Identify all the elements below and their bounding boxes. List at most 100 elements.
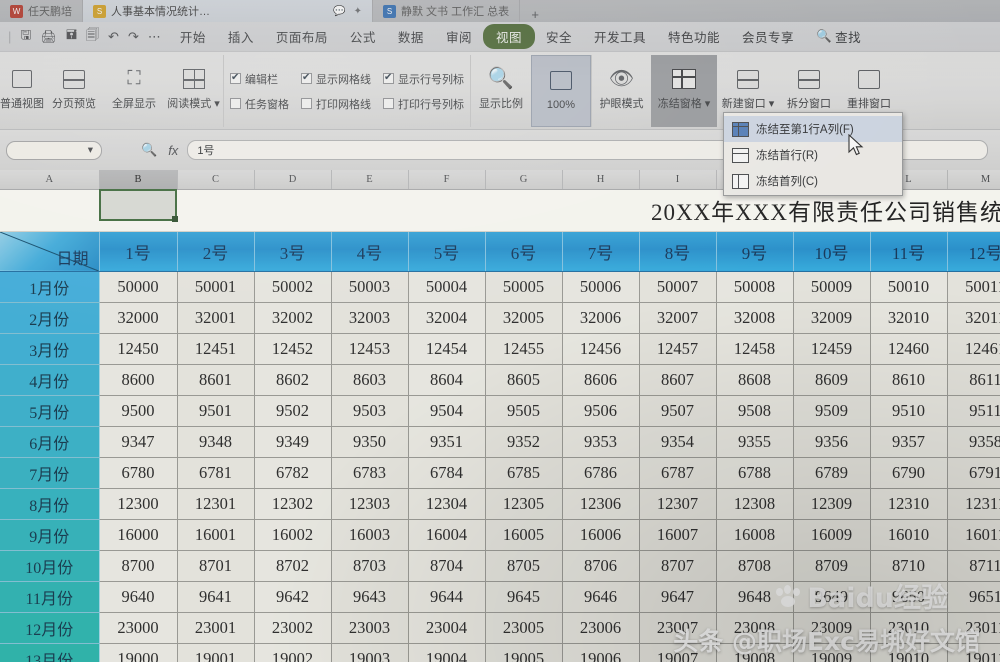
data-cell[interactable]: 16000 <box>99 519 178 551</box>
data-cell[interactable]: 8703 <box>331 550 409 582</box>
data-cell[interactable]: 50002 <box>254 271 332 303</box>
data-cell[interactable]: 12310 <box>870 488 948 520</box>
data-cell[interactable]: 9641 <box>177 581 255 613</box>
column-header-i[interactable]: I <box>639 170 717 190</box>
data-cell[interactable]: 9511 <box>947 395 1000 427</box>
month-label-cell[interactable]: 6月份 <box>0 426 100 458</box>
data-cell[interactable]: 9651 <box>947 581 1000 613</box>
data-cell[interactable]: 23000 <box>99 612 178 644</box>
data-cell[interactable]: 23006 <box>562 612 640 644</box>
data-cell[interactable]: 32005 <box>485 302 563 334</box>
data-cell[interactable]: 8600 <box>99 364 178 396</box>
day-header-cell[interactable]: 11号 <box>870 231 948 272</box>
data-cell[interactable]: 12300 <box>99 488 178 520</box>
data-cell[interactable]: 32001 <box>177 302 255 334</box>
data-cell[interactable]: 9507 <box>639 395 717 427</box>
day-header-cell[interactable]: 6号 <box>485 231 563 272</box>
data-cell[interactable]: 8701 <box>177 550 255 582</box>
data-cell[interactable]: 6790 <box>870 457 948 489</box>
checkbox-formula-bar[interactable]: 编辑栏 <box>230 71 289 87</box>
data-cell[interactable]: 8607 <box>639 364 717 396</box>
column-header-a[interactable]: A <box>0 170 100 190</box>
insert-function-icon[interactable]: 🔍 <box>141 142 157 158</box>
data-cell[interactable]: 23001 <box>177 612 255 644</box>
ribbon-tab-start[interactable]: 开始 <box>169 23 217 50</box>
save-as-icon[interactable]: 🖬 <box>66 26 77 48</box>
ribbon-tab-view[interactable]: 视图 <box>482 24 535 49</box>
data-cell[interactable]: 32008 <box>716 302 794 334</box>
data-cell[interactable]: 6784 <box>408 457 486 489</box>
data-cell[interactable]: 32010 <box>870 302 948 334</box>
data-cell[interactable]: 16007 <box>639 519 717 551</box>
fullscreen-button[interactable]: ⛶ 全屏显示 <box>104 55 164 127</box>
data-cell[interactable]: 12458 <box>716 333 794 365</box>
data-cell[interactable]: 9357 <box>870 426 948 458</box>
data-cell[interactable]: 12309 <box>793 488 871 520</box>
data-cell[interactable]: 16008 <box>716 519 794 551</box>
data-cell[interactable]: 12305 <box>485 488 563 520</box>
data-cell[interactable]: 9500 <box>99 395 178 427</box>
data-cell[interactable]: 9348 <box>177 426 255 458</box>
data-cell[interactable]: 8610 <box>870 364 948 396</box>
data-cell[interactable]: 12303 <box>331 488 409 520</box>
checkbox-box[interactable] <box>383 98 394 109</box>
column-header-e[interactable]: E <box>331 170 409 190</box>
data-cell[interactable]: 8611 <box>947 364 1000 396</box>
day-header-cell[interactable]: 9号 <box>716 231 794 272</box>
normal-view-button[interactable]: 普通视图 <box>0 55 44 127</box>
data-cell[interactable]: 12457 <box>639 333 717 365</box>
data-cell[interactable]: 9510 <box>870 395 948 427</box>
zoom-100-button[interactable]: 100% <box>531 55 591 127</box>
checkbox-box[interactable] <box>383 72 394 84</box>
data-cell[interactable]: 9645 <box>485 581 563 613</box>
data-cell[interactable]: 23003 <box>331 612 409 644</box>
data-cell[interactable]: 12302 <box>254 488 332 520</box>
column-header-m[interactable]: M <box>947 170 1000 190</box>
day-header-cell[interactable]: 2号 <box>177 231 255 272</box>
data-cell[interactable]: 50000 <box>99 271 178 303</box>
ribbon-tab-data[interactable]: 数据 <box>387 23 435 50</box>
page-break-view-button[interactable]: 分页预览 <box>44 55 104 127</box>
document-tab-0[interactable]: W 任天鹏培 <box>0 0 83 22</box>
data-cell[interactable]: 9503 <box>331 395 409 427</box>
data-cell[interactable]: 12450 <box>99 333 178 365</box>
data-cell[interactable]: 9353 <box>562 426 640 458</box>
data-cell[interactable]: 19002 <box>254 643 332 662</box>
data-cell[interactable]: 9349 <box>254 426 332 458</box>
data-cell[interactable]: 50004 <box>408 271 486 303</box>
data-cell[interactable]: 16001 <box>177 519 255 551</box>
save-icon[interactable]: 🖫 <box>20 26 31 48</box>
data-cell[interactable]: 9509 <box>793 395 871 427</box>
day-header-cell[interactable]: 7号 <box>562 231 640 272</box>
data-cell[interactable]: 8605 <box>485 364 563 396</box>
freeze-panes-button[interactable]: 冻结窗格 ▾ <box>651 55 717 127</box>
data-cell[interactable]: 6788 <box>716 457 794 489</box>
column-header-h[interactable]: H <box>562 170 640 190</box>
ribbon-tab-page-layout[interactable]: 页面布局 <box>265 23 339 50</box>
checkbox-box[interactable] <box>230 98 241 109</box>
data-cell[interactable]: 9508 <box>716 395 794 427</box>
print-icon[interactable]: 🖨 <box>40 29 57 45</box>
data-cell[interactable]: 50003 <box>331 271 409 303</box>
data-cell[interactable]: 19004 <box>408 643 486 662</box>
data-cell[interactable]: 32007 <box>639 302 717 334</box>
data-cell[interactable]: 8702 <box>254 550 332 582</box>
zoom-button[interactable]: 🔍 显示比例 <box>471 55 531 127</box>
data-cell[interactable]: 50011 <box>947 271 1000 303</box>
data-cell[interactable]: 9351 <box>408 426 486 458</box>
checkbox-print-gridlines[interactable]: 打印网格线 <box>301 96 371 112</box>
month-label-cell[interactable]: 10月份 <box>0 550 100 582</box>
column-header-g[interactable]: G <box>485 170 563 190</box>
data-cell[interactable]: 12460 <box>870 333 948 365</box>
new-tab-button[interactable]: + <box>520 7 550 22</box>
column-header-c[interactable]: C <box>177 170 255 190</box>
data-cell[interactable]: 9358 <box>947 426 1000 458</box>
data-cell[interactable]: 32003 <box>331 302 409 334</box>
data-cell[interactable]: 9644 <box>408 581 486 613</box>
month-label-cell[interactable]: 12月份 <box>0 612 100 644</box>
menu-item-freeze-first-col[interactable]: 冻结首列(C) <box>724 168 902 194</box>
data-cell[interactable]: 12306 <box>562 488 640 520</box>
data-cell[interactable]: 12452 <box>254 333 332 365</box>
day-header-cell[interactable]: 12号 <box>947 231 1000 272</box>
data-cell[interactable]: 12307 <box>639 488 717 520</box>
